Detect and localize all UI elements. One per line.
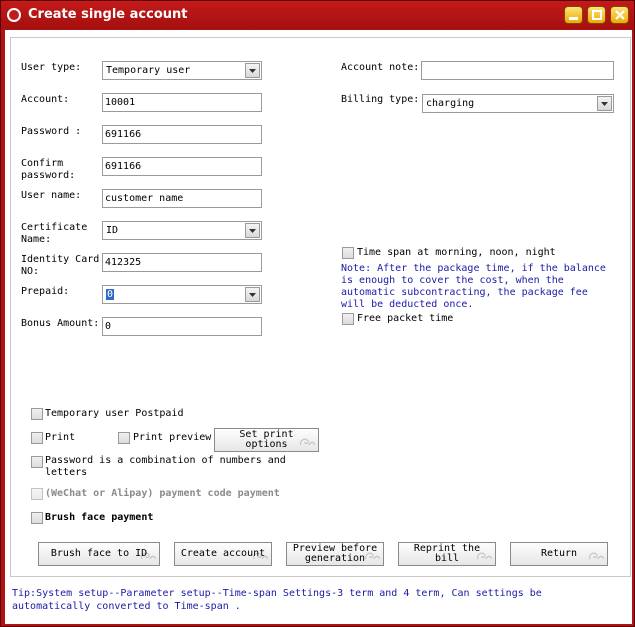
user-type-label: User type: (21, 62, 82, 73)
identity-card-label: Identity Card NO: (21, 254, 100, 277)
brush-face-payment-label: Brush face payment (45, 512, 154, 523)
close-icon (614, 10, 625, 20)
tip-text: Tip:System setup--Parameter setup--Time-… (12, 588, 542, 612)
preview-before-generation-label: Preview before generation (292, 543, 378, 564)
user-name-input[interactable] (102, 189, 262, 208)
temp-postpaid-checkbox[interactable] (31, 408, 43, 420)
window-title: Create single account (28, 7, 188, 22)
app-window: Create single account User type: Tempora… (0, 0, 635, 627)
timespan-note: Note: After the package time, if the bal… (341, 263, 606, 310)
temp-postpaid-label: Temporary user Postpaid (45, 408, 184, 419)
prepaid-label: Prepaid: (21, 286, 70, 297)
user-type-value: Temporary user (106, 65, 191, 76)
form-panel: User type: Temporary user Account: Passw… (10, 37, 631, 577)
certificate-name-label: Certificate Name: (21, 222, 88, 245)
chevron-down-icon[interactable] (245, 223, 260, 238)
billing-type-select[interactable]: charging (422, 94, 614, 113)
wechat-payment-checkbox (31, 488, 43, 500)
timespan-label: Time span at morning, noon, night (357, 247, 556, 258)
print-preview-label: Print preview (133, 432, 212, 443)
billing-type-label: Billing type: (341, 94, 420, 105)
title-bar[interactable]: Create single account (1, 1, 634, 29)
set-print-options-label: Set print options (239, 429, 294, 450)
set-print-options-button[interactable]: Set print options (214, 428, 319, 452)
prepaid-value: 0 (106, 289, 115, 300)
confirm-password-label: Confirm password: (21, 158, 76, 181)
confirm-password-input[interactable] (102, 157, 262, 176)
chevron-down-icon[interactable] (245, 287, 260, 302)
user-name-label: User name: (21, 190, 82, 201)
identity-card-input[interactable] (102, 253, 262, 272)
account-note-label: Account note: (341, 62, 420, 73)
create-account-label: Create account (180, 548, 266, 559)
maximize-icon (591, 10, 602, 20)
print-checkbox[interactable] (31, 432, 43, 444)
reprint-bill-label: Reprint the bill (413, 543, 481, 564)
client-area: User type: Temporary user Account: Passw… (5, 30, 632, 624)
swirl-icon (300, 438, 315, 446)
print-preview-checkbox[interactable] (118, 432, 130, 444)
minimize-button[interactable] (564, 6, 583, 24)
brush-face-to-id-button[interactable]: Brush face to ID (38, 542, 160, 566)
timespan-checkbox[interactable] (342, 247, 354, 259)
password-input[interactable] (102, 125, 262, 144)
reprint-bill-button[interactable]: Reprint the bill (398, 542, 496, 566)
password-combination-label: Password is a combination of numbers and… (45, 455, 286, 478)
prepaid-select[interactable]: 0 (102, 285, 262, 304)
bonus-amount-input[interactable] (102, 317, 262, 336)
return-label: Return (540, 548, 578, 559)
app-icon (7, 8, 21, 22)
account-input[interactable] (102, 93, 262, 112)
user-type-select[interactable]: Temporary user (102, 61, 262, 80)
maximize-button[interactable] (587, 6, 606, 24)
return-button[interactable]: Return (510, 542, 608, 566)
free-packet-checkbox[interactable] (342, 313, 354, 325)
wechat-payment-label: (WeChat or Alipay) payment code payment (45, 488, 280, 499)
account-note-input[interactable] (421, 61, 614, 80)
minimize-icon (569, 16, 578, 20)
account-label: Account: (21, 94, 70, 105)
chevron-down-icon[interactable] (597, 96, 612, 111)
password-label: Password : (21, 126, 82, 137)
brush-face-to-id-label: Brush face to ID (50, 548, 148, 559)
billing-type-value: charging (426, 98, 475, 109)
certificate-name-value: ID (106, 225, 119, 236)
certificate-name-select[interactable]: ID (102, 221, 262, 240)
swirl-icon (589, 552, 604, 560)
preview-before-generation-button[interactable]: Preview before generation (286, 542, 384, 566)
bonus-amount-label: Bonus Amount: (21, 318, 100, 329)
chevron-down-icon[interactable] (245, 63, 260, 78)
brush-face-payment-checkbox[interactable] (31, 512, 43, 524)
free-packet-label: Free packet time (357, 313, 454, 324)
password-combination-checkbox[interactable] (31, 456, 43, 468)
create-account-button[interactable]: Create account (174, 542, 272, 566)
print-label: Print (45, 432, 76, 443)
close-button[interactable] (610, 6, 629, 24)
